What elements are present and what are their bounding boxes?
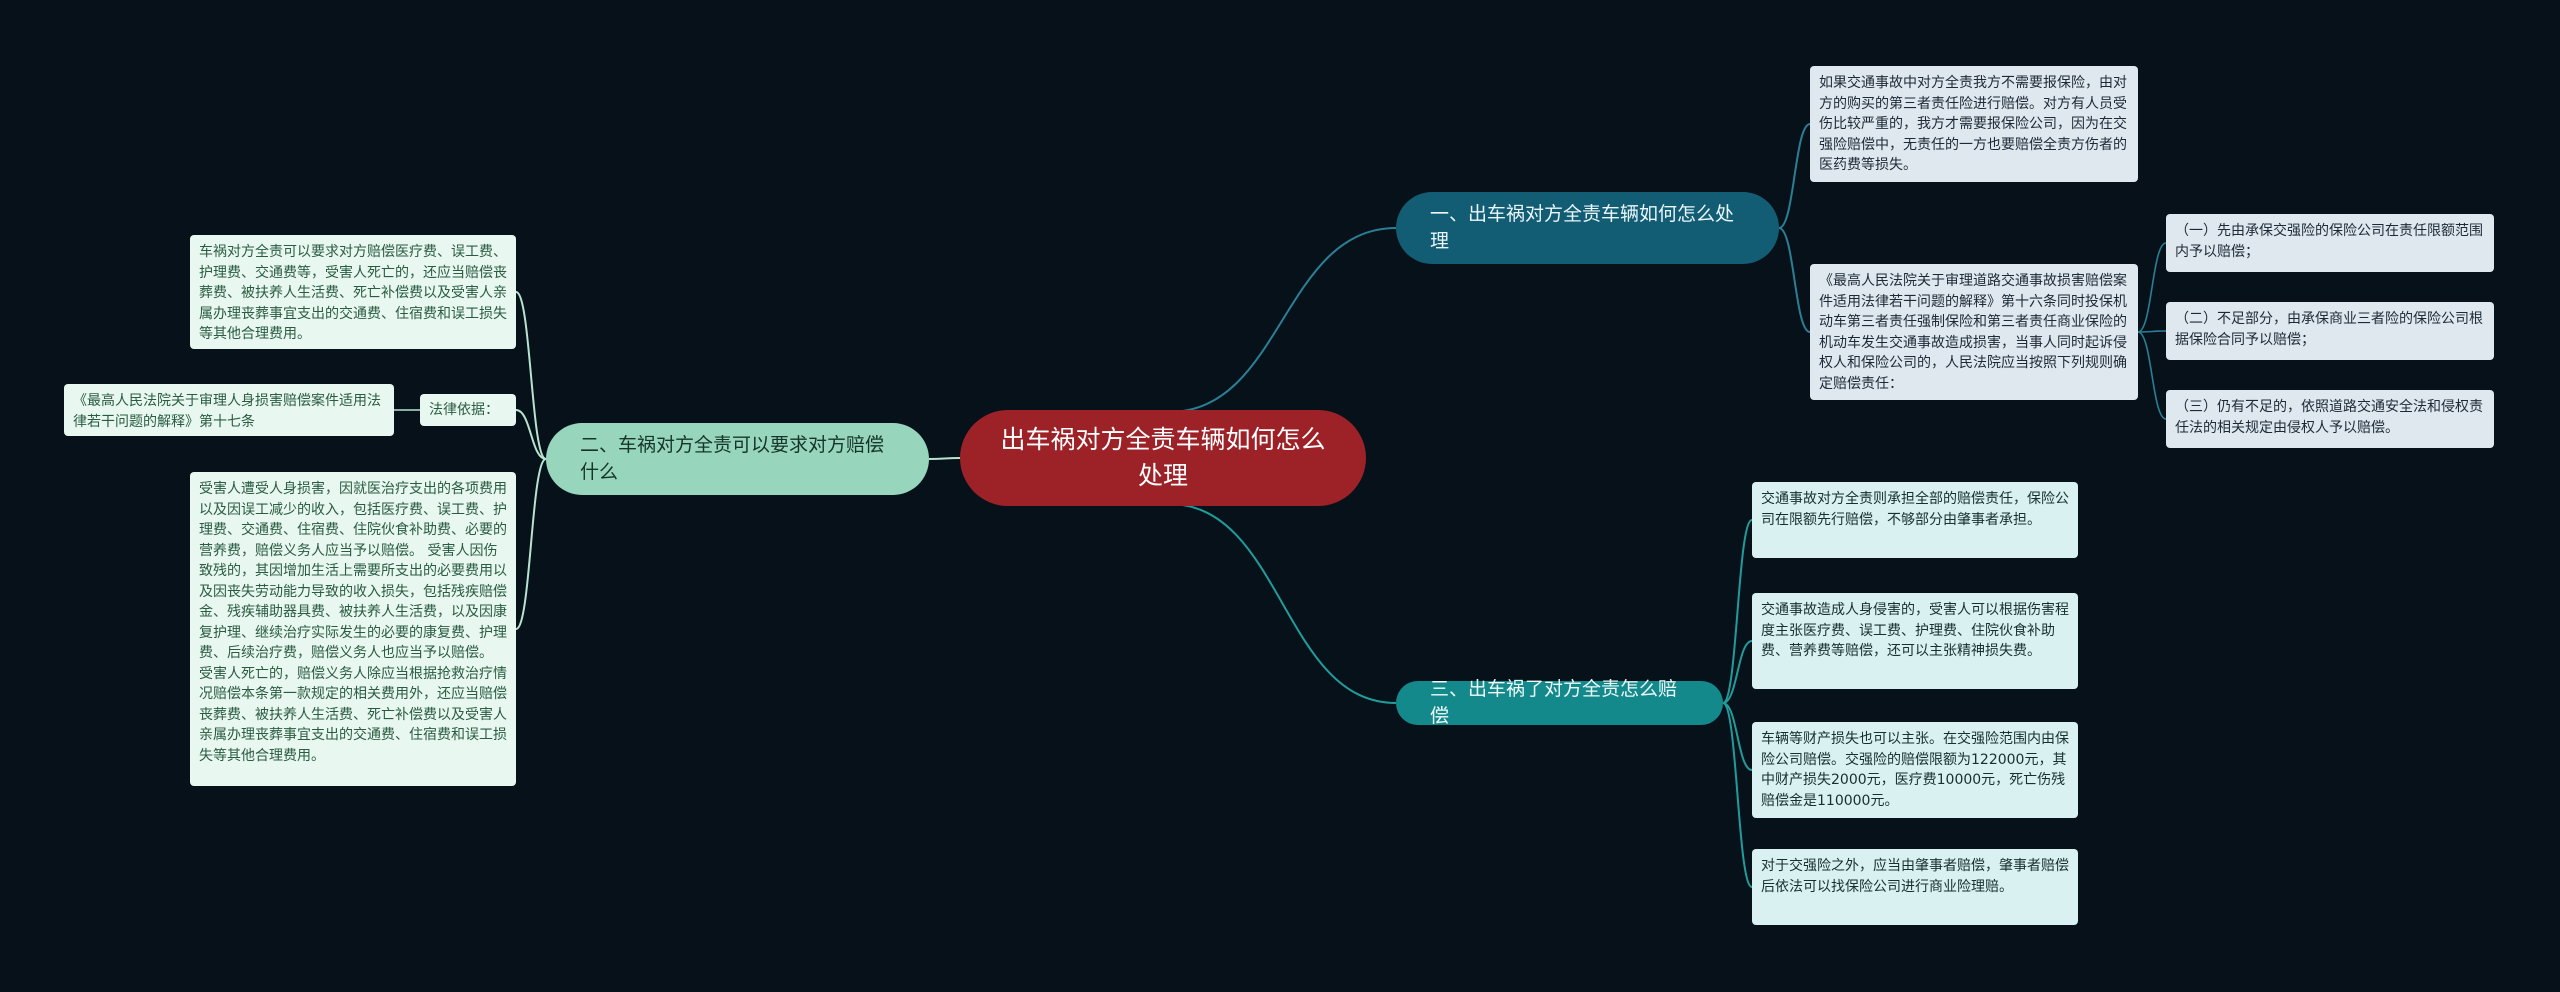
branch-2-leaf-1[interactable]: 车祸对方全责可以要求对方赔偿医疗费、误工费、护理费、交通费等，受害人死亡的，还应… — [190, 235, 516, 349]
branch-1-leaf-2[interactable]: 《最高人民法院关于审理道路交通事故损害赔偿案件适用法律若干问题的解释》第十六条同… — [1810, 264, 2138, 400]
branch-3-leaf-2-text: 交通事故造成人身侵害的，受害人可以根据伤害程度主张医疗费、误工费、护理费、住院伙… — [1761, 602, 2069, 659]
branch-3-leaf-1-text: 交通事故对方全责则承担全部的赔偿责任，保险公司在限额先行赔偿，不够部分由肇事者承… — [1761, 491, 2069, 528]
branch-3-leaf-3[interactable]: 车辆等财产损失也可以主张。在交强险范围内由保险公司赔偿。交强险的赔偿限额为122… — [1752, 722, 2078, 818]
link-root-branch-1 — [1168, 227, 1397, 413]
branch-1-sub-1[interactable]: （一）先由承保交强险的保险公司在责任限额范围内予以赔偿； — [2166, 214, 2494, 272]
branch-1-topic[interactable]: 一、出车祸对方全责车辆如何怎么处理 — [1396, 192, 1779, 264]
link-branch-1-sub-1 — [2137, 242, 2167, 333]
link-branch-1-sub-2 — [2137, 330, 2167, 333]
law-reference-text: 《最高人民法院关于审理人身损害赔偿案件适用法律若干问题的解释》第十七条 — [73, 393, 381, 430]
link-root-branch-3 — [1168, 503, 1397, 704]
branch-3-leaf-2[interactable]: 交通事故造成人身侵害的，受害人可以根据伤害程度主张医疗费、误工费、护理费、住院伙… — [1752, 593, 2078, 689]
branch-1-sub-2-text: （二）不足部分，由承保商业三者险的保险公司根据保险合同予以赔偿； — [2175, 311, 2483, 348]
branch-1-sub-2[interactable]: （二）不足部分，由承保商业三者险的保险公司根据保险合同予以赔偿； — [2166, 302, 2494, 360]
branch-3-leaf-4[interactable]: 对于交强险之外，应当由肇事者赔偿，肇事者赔偿后依法可以找保险公司进行商业险理赔。 — [1752, 849, 2078, 925]
branch-2-label: 二、车祸对方全责可以要求对方赔偿什么 — [580, 434, 885, 483]
branch-2-leaf-3[interactable]: 受害人遭受人身损害，因就医治疗支出的各项费用以及因误工减少的收入，包括医疗费、误… — [190, 472, 516, 786]
link-branch-3-leaf-3 — [1722, 702, 1753, 771]
root-topic-label: 出车祸对方全责车辆如何怎么处理 — [1000, 425, 1326, 490]
branch-1-sub-1-text: （一）先由承保交强险的保险公司在责任限额范围内予以赔偿； — [2175, 223, 2483, 260]
branch-3-label: 三、出车祸了对方全责怎么赔偿 — [1430, 678, 1678, 727]
law-basis-tag[interactable]: 法律依据： — [420, 394, 516, 426]
branch-3-topic[interactable]: 三、出车祸了对方全责怎么赔偿 — [1396, 678, 1723, 727]
branch-1-label: 一、出车祸对方全责车辆如何怎么处理 — [1430, 203, 1735, 252]
branch-3-leaf-1[interactable]: 交通事故对方全责则承担全部的赔偿责任，保险公司在限额先行赔偿，不够部分由肇事者承… — [1752, 482, 2078, 558]
branch-1-leaf-1[interactable]: 如果交通事故中对方全责我方不需要报保险，由对方的购买的第三者责任险进行赔偿。对方… — [1810, 66, 2138, 182]
branch-1-sub-3[interactable]: （三）仍有不足的，依照道路交通安全法和侵权责任法的相关规定由侵权人予以赔偿。 — [2166, 390, 2494, 448]
link-branch-3-leaf-4 — [1722, 702, 1753, 888]
branch-2-topic[interactable]: 二、车祸对方全责可以要求对方赔偿什么 — [546, 423, 929, 495]
branch-2-leaf-3-text: 受害人遭受人身损害，因就医治疗支出的各项费用以及因误工减少的收入，包括医疗费、误… — [199, 481, 507, 764]
branch-3-leaf-4-text: 对于交强险之外，应当由肇事者赔偿，肇事者赔偿后依法可以找保险公司进行商业险理赔。 — [1761, 858, 2069, 895]
branch-1-leaf-1-text: 如果交通事故中对方全责我方不需要报保险，由对方的购买的第三者责任险进行赔偿。对方… — [1819, 75, 2127, 173]
branch-3-leaf-3-text: 车辆等财产损失也可以主张。在交强险范围内由保险公司赔偿。交强险的赔偿限额为122… — [1761, 731, 2069, 809]
branch-2-leaf-1-text: 车祸对方全责可以要求对方赔偿医疗费、误工费、护理费、交通费等，受害人死亡的，还应… — [199, 244, 507, 342]
law-reference[interactable]: 《最高人民法院关于审理人身损害赔偿案件适用法律若干问题的解释》第十七条 — [64, 384, 394, 436]
link-branch-1-leaf-1 — [1778, 123, 1811, 229]
link-branch-1-leaf-2 — [1778, 227, 1811, 333]
root-topic[interactable]: 出车祸对方全责车辆如何怎么处理 — [960, 410, 1366, 506]
law-basis-tag-text: 法律依据： — [429, 402, 499, 418]
link-branch-2-leaf-3 — [515, 458, 547, 630]
link-branch-1-sub-3 — [2137, 331, 2167, 420]
mind-map: 出车祸对方全责车辆如何怎么处理 一、出车祸对方全责车辆如何怎么处理 如果交通事故… — [0, 0, 2560, 992]
branch-1-sub-3-text: （三）仍有不足的，依照道路交通安全法和侵权责任法的相关规定由侵权人予以赔偿。 — [2175, 399, 2483, 436]
branch-1-leaf-2-text: 《最高人民法院关于审理道路交通事故损害赔偿案件适用法律若干问题的解释》第十六条同… — [1819, 273, 2127, 392]
link-root-branch-2 — [928, 457, 961, 460]
